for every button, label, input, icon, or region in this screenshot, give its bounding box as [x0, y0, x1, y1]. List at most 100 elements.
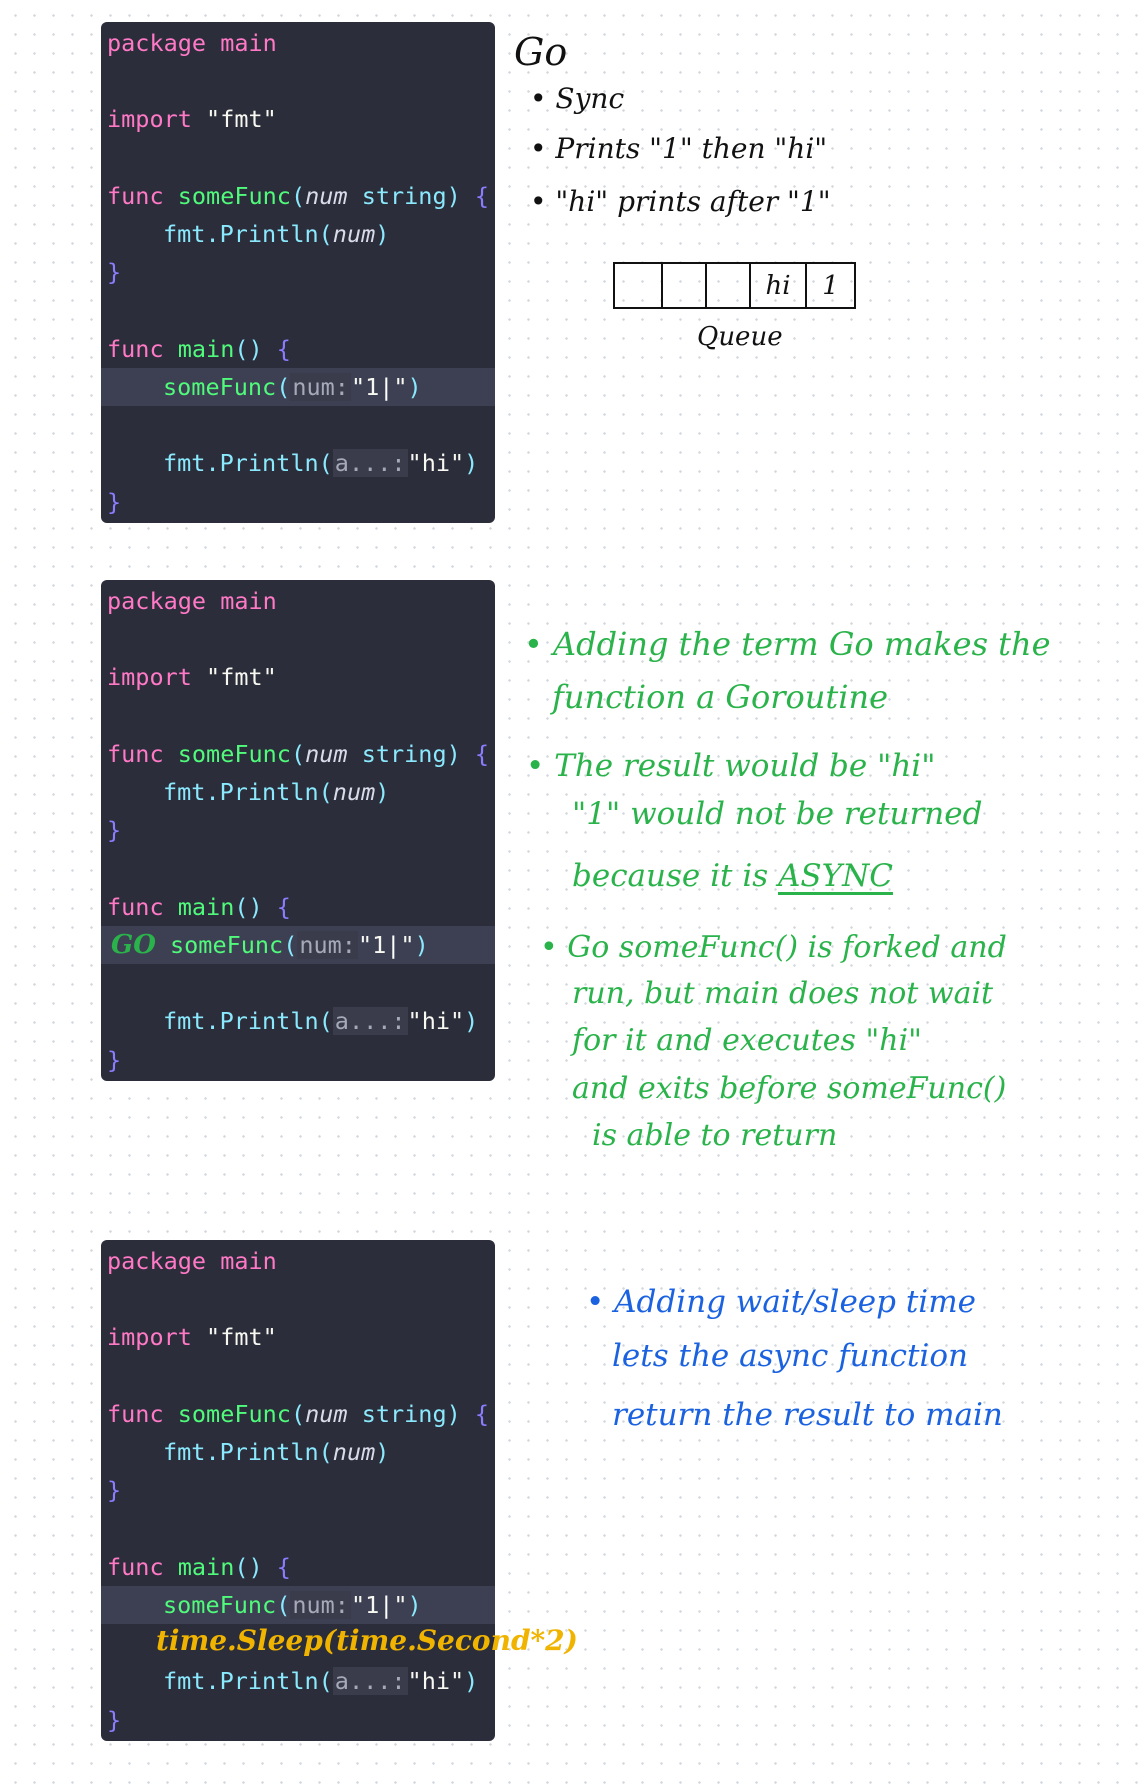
- code-block-sleep: package main import "fmt" func someFunc(…: [101, 1240, 495, 1741]
- string-literal: "hi": [407, 449, 465, 477]
- string-literal-end: ": [393, 373, 408, 401]
- code-line-package: package main: [101, 1242, 495, 1280]
- string-literal-end: ": [393, 1591, 408, 1619]
- code-line-func-main: func main() {: [101, 888, 495, 926]
- string-literal: "1: [357, 931, 387, 959]
- code-line-close-brace: }: [101, 483, 495, 521]
- keyword-package: package: [107, 1247, 207, 1275]
- code-line-println-num: fmt.Println(num): [163, 220, 390, 248]
- inlay-hint: num:: [290, 1591, 351, 1619]
- open-brace: {: [276, 893, 291, 921]
- inlay-hint: a...:: [332, 449, 408, 477]
- code-line-import: import "fmt": [101, 1318, 495, 1356]
- code-line-close-brace: }: [101, 1471, 495, 1509]
- code-line-close-brace: }: [101, 811, 495, 849]
- keyword-func: func: [107, 182, 164, 210]
- keyword-package: package: [107, 587, 207, 615]
- close-brace: }: [107, 258, 122, 286]
- param-type: string: [361, 1400, 447, 1428]
- note-bullet-hi-after: • "hi" prints after "1": [530, 185, 831, 218]
- call-function: someFunc: [170, 931, 284, 959]
- code-line-func-somefunc: func someFunc(num string) {: [107, 1400, 490, 1428]
- close-brace: }: [107, 488, 122, 516]
- function-name: main: [177, 893, 235, 921]
- note-because-text: because it is: [572, 858, 779, 894]
- call-function: Println: [219, 1438, 319, 1466]
- note-bullet-prints-order: • Prints "1" then "hi": [530, 132, 828, 165]
- param-type: string: [361, 740, 447, 768]
- note-result-line-2: "1" would not be returned: [572, 796, 983, 832]
- note-forked-line-1: • Go someFunc() is forked and: [540, 930, 1007, 965]
- call-argument: num: [332, 1438, 376, 1466]
- note-forked-line-4: and exits before someFunc(): [572, 1071, 1007, 1106]
- code-line-package: package main: [101, 24, 495, 62]
- string-literal: "hi": [407, 1007, 465, 1035]
- code-line-go-somefunc: GO someFunc(num:"1|"): [101, 926, 495, 964]
- keyword-import: import: [107, 105, 192, 133]
- note-sleep-line-1: • Adding wait/sleep time: [586, 1284, 976, 1320]
- code-line-println-hi: fmt.Println(a...:"hi"): [163, 1667, 479, 1695]
- code-line-func-main: func main() {: [101, 330, 495, 368]
- keyword-func: func: [107, 740, 164, 768]
- close-brace: }: [107, 1706, 122, 1734]
- code-block-sync: package main import "fmt" func someFunc(…: [101, 22, 495, 523]
- code-line-func-main: func main() {: [101, 1548, 495, 1586]
- keyword-package: package: [107, 29, 207, 57]
- call-function: Println: [219, 220, 319, 248]
- code-line-close-brace: }: [101, 1041, 495, 1079]
- keyword-func: func: [107, 335, 164, 363]
- handwritten-sleep-annotation: time.Sleep(time.Second*2): [156, 1624, 578, 1657]
- string-literal: "1: [350, 373, 380, 401]
- note-bullet-sync: • Sync: [530, 82, 625, 115]
- code-line-package: package main: [101, 582, 495, 620]
- inlay-hint: a...:: [332, 1667, 408, 1695]
- import-path: "fmt": [206, 663, 277, 691]
- code-line-func-somefunc: func someFunc(num string) {: [107, 740, 490, 768]
- call-function: someFunc: [163, 373, 277, 401]
- call-object: fmt.: [163, 1007, 220, 1035]
- code-line-func-somefunc: func someFunc(num string) {: [107, 182, 490, 210]
- signature: (): [234, 335, 263, 363]
- note-goroutine-line-2: function a Goroutine: [552, 678, 889, 716]
- code-line-println-num: fmt.Println(num): [163, 778, 390, 806]
- import-path: "fmt": [206, 105, 277, 133]
- package-name: main: [220, 1247, 277, 1275]
- open-brace: {: [276, 1553, 291, 1581]
- string-literal-end: ": [400, 931, 415, 959]
- keyword-import: import: [107, 663, 192, 691]
- text-caret: |: [379, 373, 394, 401]
- queue-diagram: hi 1: [613, 262, 856, 309]
- param-name: num: [305, 182, 348, 210]
- code-line-import: import "fmt": [101, 100, 495, 138]
- signature: (): [234, 893, 263, 921]
- call-argument: num: [332, 220, 376, 248]
- function-name: someFunc: [177, 1400, 291, 1428]
- function-name: someFunc: [177, 740, 291, 768]
- call-function: someFunc: [163, 1591, 277, 1619]
- call-argument: num: [332, 778, 376, 806]
- code-line-println-hi: fmt.Println(a...:"hi"): [163, 1007, 479, 1035]
- code-line-close-brace: }: [101, 253, 495, 291]
- param-name: num: [305, 740, 348, 768]
- open-brace: {: [474, 740, 490, 768]
- code-line-call-somefunc: someFunc(num:"1|"): [101, 368, 495, 406]
- call-function: Println: [219, 778, 319, 806]
- note-title-go: Go: [514, 30, 568, 74]
- keyword-func: func: [107, 893, 164, 921]
- note-result-line-3: because it is ASYNC: [572, 858, 893, 894]
- param-type: string: [361, 182, 447, 210]
- import-path: "fmt": [206, 1323, 277, 1351]
- queue-cell-hi: hi: [751, 264, 807, 307]
- call-object: fmt.: [163, 220, 220, 248]
- close-brace: }: [107, 1046, 122, 1074]
- keyword-func: func: [107, 1400, 164, 1428]
- queue-cell: [615, 264, 663, 307]
- queue-cell: [663, 264, 707, 307]
- string-literal: "1: [350, 1591, 380, 1619]
- text-caret: |: [386, 931, 401, 959]
- call-object: fmt.: [163, 1438, 220, 1466]
- function-name: main: [177, 1553, 235, 1581]
- keyword-func: func: [107, 1553, 164, 1581]
- queue-cell-1: 1: [822, 270, 839, 301]
- open-brace: {: [276, 335, 291, 363]
